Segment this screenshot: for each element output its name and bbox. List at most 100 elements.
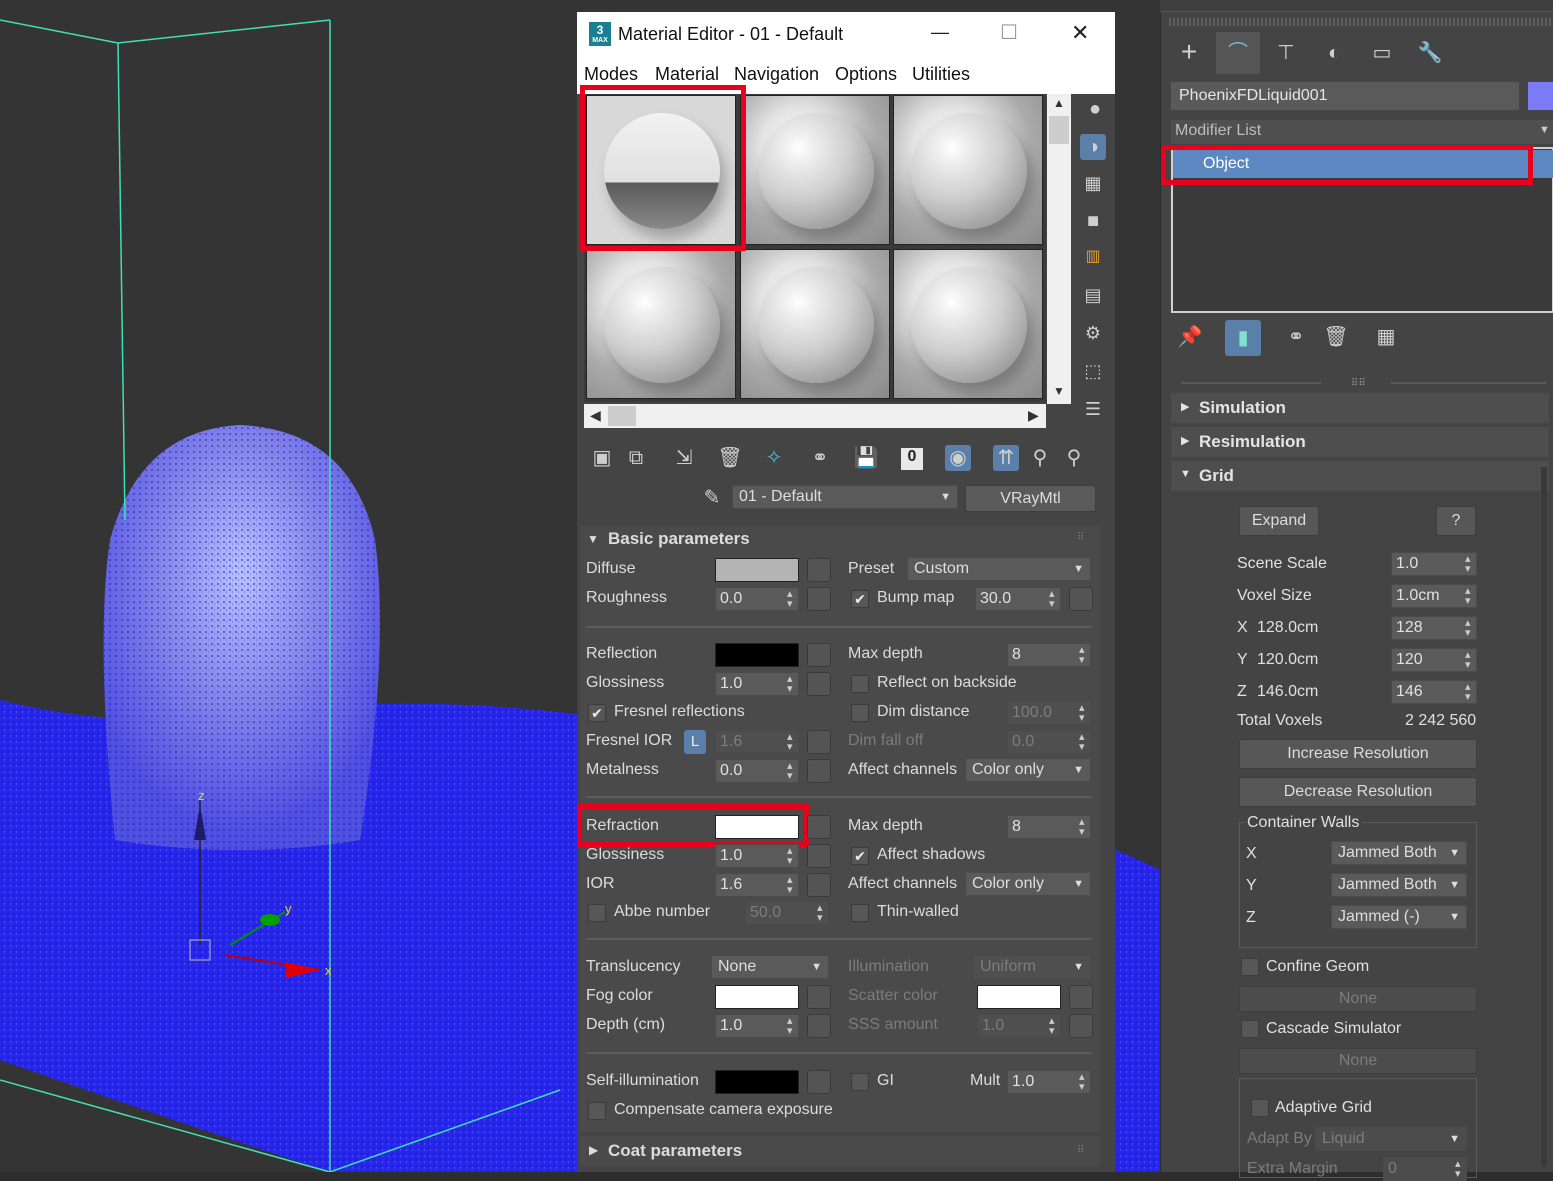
fresnel-ior-map-button[interactable]	[807, 730, 831, 754]
resimulation-rollout[interactable]: ▶ Resimulation	[1171, 427, 1549, 457]
abbe-number-checkbox[interactable]	[588, 904, 606, 922]
put-to-library-icon[interactable]: ⚭	[807, 445, 833, 471]
wall-y-dropdown[interactable]: Jammed Both	[1331, 873, 1467, 897]
fog-color-swatch[interactable]	[715, 985, 799, 1009]
self-illumination-swatch[interactable]	[715, 1070, 799, 1094]
close-button[interactable]: ✕	[1071, 20, 1089, 46]
coat-params-header[interactable]: Coat parameters	[608, 1141, 742, 1161]
basic-params-header[interactable]: Basic parameters	[608, 529, 750, 549]
material-name-field[interactable]: 01 - Default	[732, 485, 958, 509]
display-tab-icon[interactable]: ▭	[1369, 40, 1395, 66]
refr-max-depth-spinner[interactable]: 8	[1007, 815, 1091, 839]
bump-map-button[interactable]	[1069, 587, 1093, 611]
depth-spinner[interactable]: 1.0	[715, 1014, 799, 1038]
compensate-exposure-checkbox[interactable]	[588, 1102, 606, 1120]
roughness-spinner[interactable]: 0.0	[715, 587, 799, 611]
material-editor-window[interactable]: 3 MAX Material Editor - 01 - Default — ☐ …	[577, 12, 1115, 1172]
roughness-map-button[interactable]	[807, 587, 831, 611]
configure-modifier-sets-icon[interactable]: ▦	[1373, 324, 1399, 350]
put-to-scene-icon[interactable]: ⧉	[623, 445, 649, 471]
background-checker-icon[interactable]: ▦	[1080, 170, 1106, 196]
create-tab-icon[interactable]: +	[1176, 38, 1202, 66]
select-by-material-icon[interactable]: ⬚	[1080, 358, 1106, 384]
affect-channels-dropdown-1[interactable]: Color only	[965, 758, 1091, 782]
menu-modes[interactable]: Modes	[584, 64, 638, 85]
fresnel-ior-lock-button[interactable]: L	[684, 730, 706, 754]
cascade-simulator-picker[interactable]: None	[1239, 1048, 1477, 1074]
backlight-icon[interactable]: ◑	[1080, 134, 1106, 160]
grid-z-spinner[interactable]: 146	[1391, 680, 1477, 704]
scene-scale-spinner[interactable]: 1.0	[1391, 552, 1477, 576]
sample-slot-4[interactable]	[586, 249, 736, 399]
adapt-by-dropdown[interactable]: Liquid	[1315, 1127, 1467, 1151]
affect-shadows-checkbox[interactable]: ✔	[851, 847, 869, 865]
refl-glossiness-spinner[interactable]: 1.0	[715, 672, 799, 696]
material-type-button[interactable]: VRayMtl	[965, 485, 1096, 512]
reflect-backside-checkbox[interactable]	[851, 675, 869, 693]
utilities-tab-icon[interactable]: 🔧	[1417, 40, 1443, 66]
assign-to-selection-icon[interactable]: ⇲	[671, 445, 697, 471]
go-to-parent-icon[interactable]: ⚲	[1027, 445, 1053, 471]
confine-geom-picker[interactable]: None	[1239, 986, 1477, 1012]
pin-stack-icon[interactable]: 📌	[1177, 324, 1203, 350]
fresnel-reflections-checkbox[interactable]: ✔	[588, 704, 606, 722]
menu-material[interactable]: Material	[655, 64, 719, 85]
material-id-zero-button[interactable]: 0	[901, 448, 923, 470]
increase-resolution-button[interactable]: Increase Resolution	[1239, 739, 1477, 769]
eyedropper-icon[interactable]: ✎	[699, 485, 725, 511]
scroll-right-icon[interactable]: ▶	[1028, 407, 1039, 424]
menu-options[interactable]: Options	[835, 64, 897, 85]
metalness-map-button[interactable]	[807, 759, 831, 783]
preset-dropdown[interactable]: Custom	[907, 557, 1091, 581]
simulation-rollout[interactable]: ▶ Simulation	[1171, 393, 1549, 423]
object-name-field[interactable]: PhoenixFDLiquid001	[1171, 82, 1519, 110]
ior-spinner[interactable]: 1.6	[715, 873, 799, 897]
scroll-left-icon[interactable]: ◀	[590, 407, 601, 424]
fog-color-map-button[interactable]	[807, 985, 831, 1009]
command-panel-scrollbar[interactable]	[1541, 467, 1547, 1167]
diffuse-map-button[interactable]	[807, 558, 831, 582]
remove-modifier-icon[interactable]: 🗑	[1323, 324, 1349, 350]
slots-vscrollbar[interactable]: ▲ ▼	[1047, 94, 1071, 404]
motion-tab-icon[interactable]: ◐	[1321, 40, 1347, 66]
menu-utilities[interactable]: Utilities	[912, 64, 970, 85]
show-shaded-material-icon[interactable]: ◉	[945, 445, 971, 471]
refr-glossiness-map-button[interactable]	[807, 844, 831, 868]
show-end-result-icon[interactable]: ⇈	[993, 445, 1019, 471]
decrease-resolution-button[interactable]: Decrease Resolution	[1239, 777, 1477, 807]
material-editor-titlebar[interactable]: 3 MAX Material Editor - 01 - Default — ☐ …	[577, 12, 1115, 58]
self-illumination-map-button[interactable]	[807, 1070, 831, 1094]
sample-type-sphere-icon[interactable]: ●	[1082, 96, 1108, 122]
reflection-map-button[interactable]	[807, 643, 831, 667]
wall-z-dropdown[interactable]: Jammed (-)	[1331, 905, 1467, 929]
reset-map-icon[interactable]: 🗑	[717, 445, 743, 471]
expand-button[interactable]: Expand	[1239, 506, 1319, 536]
object-color-swatch[interactable]	[1528, 82, 1553, 110]
make-preview-icon[interactable]: ▤	[1080, 282, 1106, 308]
cascade-simulator-checkbox[interactable]	[1241, 1020, 1259, 1038]
mult-spinner[interactable]: 1.0	[1007, 1070, 1091, 1094]
refl-glossiness-map-button[interactable]	[807, 672, 831, 696]
make-unique-icon[interactable]: ⚭	[1283, 324, 1309, 350]
menu-navigation[interactable]: Navigation	[734, 64, 819, 85]
slots-hscrollbar[interactable]: ◀ ▶	[584, 404, 1046, 428]
scatter-color-swatch[interactable]	[977, 985, 1061, 1009]
video-color-check-icon[interactable]: ▥	[1080, 244, 1106, 270]
grid-x-spinner[interactable]: 128	[1391, 616, 1477, 640]
sample-slot-6[interactable]	[893, 249, 1043, 399]
refr-glossiness-spinner[interactable]: 1.0	[715, 844, 799, 868]
help-button[interactable]: ?	[1436, 506, 1476, 536]
translucency-dropdown[interactable]: None	[711, 955, 829, 979]
illumination-dropdown[interactable]: Uniform	[973, 955, 1091, 979]
coat-params-arrow-icon[interactable]: ▶	[589, 1143, 598, 1157]
depth-map-button[interactable]	[807, 1014, 831, 1038]
bump-map-spinner[interactable]: 30.0	[975, 587, 1061, 611]
basic-params-arrow-icon[interactable]: ▼	[587, 532, 599, 546]
reflection-color-swatch[interactable]	[715, 643, 799, 667]
metalness-spinner[interactable]: 0.0	[715, 759, 799, 783]
sss-amount-map-button[interactable]	[1069, 1014, 1093, 1038]
adaptive-grid-checkbox[interactable]	[1251, 1099, 1269, 1117]
affect-channels-dropdown-2[interactable]: Color only	[965, 872, 1091, 896]
dim-fall-off-spinner[interactable]: 0.0	[1007, 730, 1091, 754]
minimize-button[interactable]: —	[931, 22, 949, 43]
